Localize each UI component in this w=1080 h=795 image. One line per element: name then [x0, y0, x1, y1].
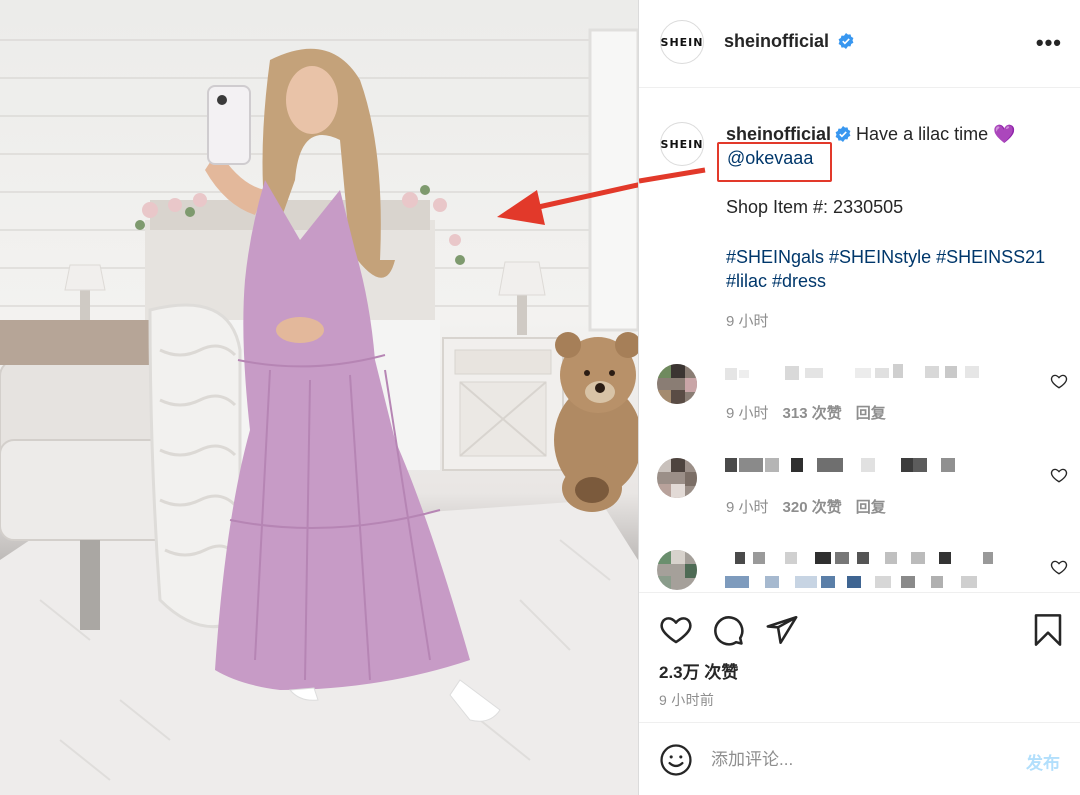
commenter-avatar[interactable]	[657, 550, 697, 590]
comment-text-redacted	[725, 458, 955, 472]
comment-text-redacted	[725, 552, 993, 588]
comment-reply[interactable]: 回复	[856, 499, 886, 516]
caption-author-username[interactable]: sheinofficial	[726, 124, 831, 144]
caption-verified-badge-icon	[835, 126, 851, 142]
post-comment-button[interactable]: 发布	[1026, 749, 1060, 774]
comment-text-redacted	[725, 364, 979, 380]
commenter-avatar-image	[657, 364, 697, 404]
caption-shop-item: Shop Item #: 2330505	[726, 197, 904, 217]
comment-item: 9 小时 320 次赞 回复	[639, 446, 1080, 526]
annotation-arrow-tail	[639, 167, 706, 184]
commenter-avatar-image	[657, 458, 697, 498]
author-username[interactable]: sheinofficial	[724, 31, 854, 52]
bookmark-icon[interactable]	[1032, 612, 1064, 648]
author-username-text[interactable]: sheinofficial	[724, 31, 829, 51]
emoji-icon[interactable]	[659, 743, 693, 777]
add-comment-bar: 发布	[639, 722, 1080, 795]
caption-mention-link[interactable]: @okevaaa	[727, 148, 813, 169]
comment-likes[interactable]: 320 次赞	[783, 499, 842, 516]
post-actions-divider	[639, 592, 1080, 593]
comment-item	[639, 540, 1080, 592]
post-timestamp: 9 小时前	[659, 692, 715, 708]
share-icon[interactable]	[765, 613, 799, 647]
like-heart-icon[interactable]	[659, 613, 693, 647]
more-options-icon[interactable]: •••	[1036, 32, 1062, 54]
comment-time: 9 小时	[726, 499, 769, 516]
commenter-avatar[interactable]	[657, 458, 697, 498]
comment-item: 9 小时 313 次赞 回复	[639, 352, 1080, 432]
comment-reply[interactable]: 回复	[856, 405, 886, 422]
comment-heart-icon[interactable]	[1050, 558, 1068, 576]
comment-input[interactable]	[711, 745, 1001, 775]
comment-heart-icon[interactable]	[1050, 466, 1068, 484]
post-photo-illustration	[0, 28, 638, 795]
comment-likes[interactable]: 313 次赞	[783, 405, 842, 422]
author-avatar[interactable]: SHEIN	[660, 20, 704, 64]
verified-badge-icon	[838, 33, 854, 49]
comment-meta: 9 小时 320 次赞 回复	[726, 496, 900, 517]
commenter-avatar[interactable]	[657, 364, 697, 404]
total-likes[interactable]: 2.3万 次赞	[659, 658, 738, 683]
post-side-panel: SHEIN sheinofficial ••• SHEIN sheinoffic…	[639, 0, 1080, 795]
commenter-avatar-image	[657, 550, 697, 590]
comment-heart-icon[interactable]	[1050, 372, 1068, 390]
caption-text: Have a lilac time 💜	[856, 124, 1016, 144]
comment-time: 9 小时	[726, 405, 769, 422]
post-header: SHEIN sheinofficial •••	[639, 0, 1080, 88]
post-photo[interactable]	[0, 0, 638, 795]
caption-hashtags[interactable]: #SHEINgals #SHEINstyle #SHEINSS21 #lilac…	[726, 245, 1071, 293]
caption-timestamp: 9 小时	[726, 313, 769, 330]
comment-meta: 9 小时 313 次赞 回复	[726, 402, 900, 423]
comment-icon[interactable]	[711, 613, 745, 647]
